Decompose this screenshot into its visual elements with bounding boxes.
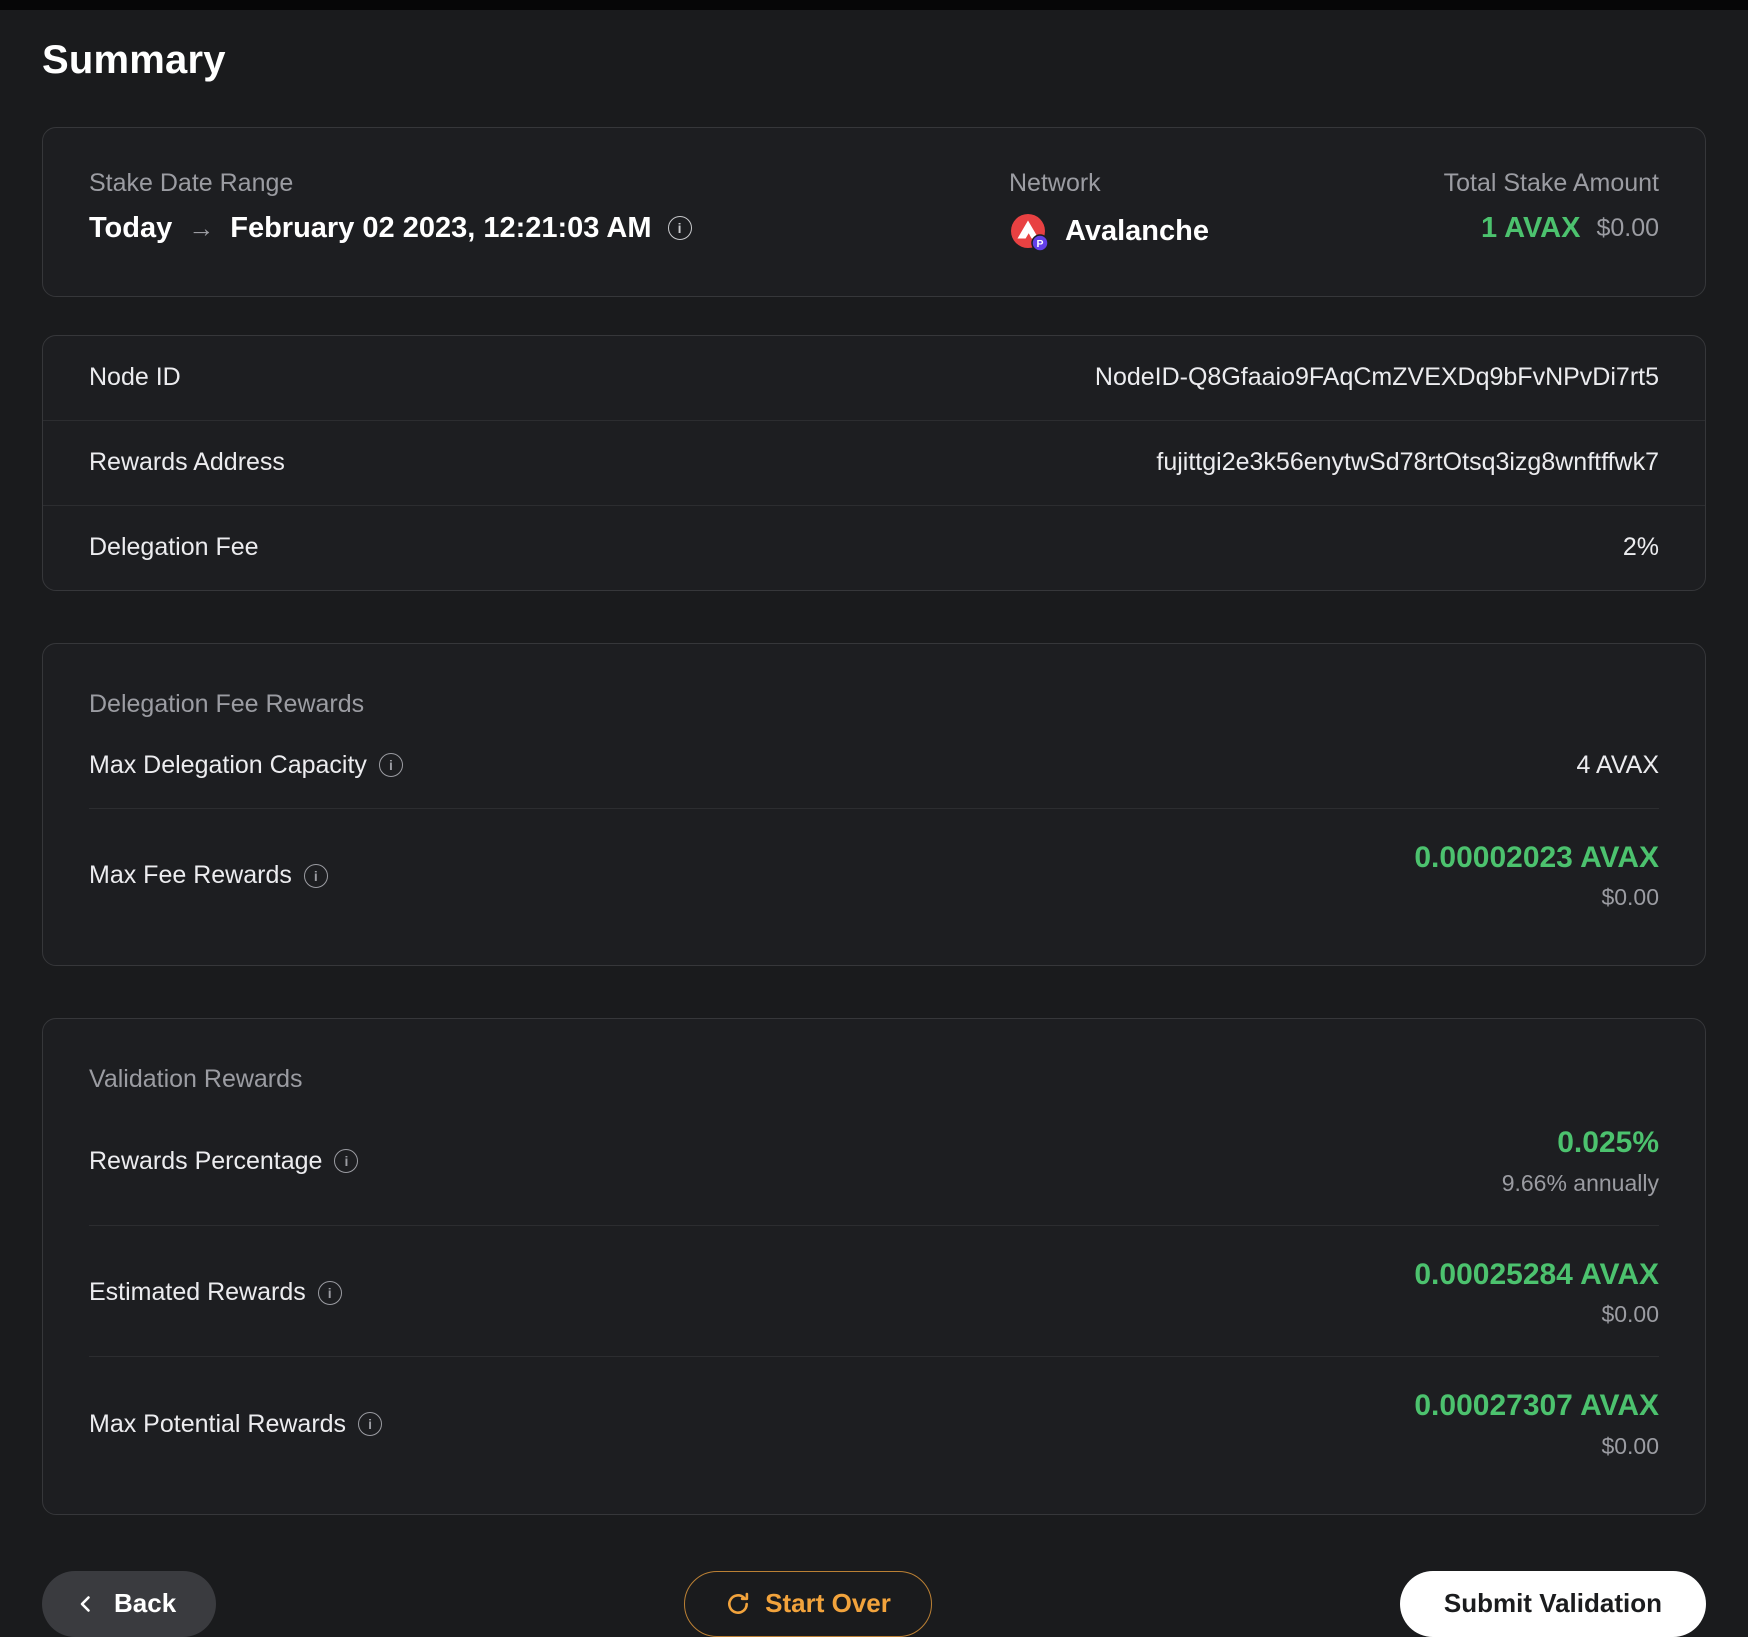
estimated-rewards-label-wrap: Estimated Rewards [89, 1278, 342, 1307]
total-stake-fiat: $0.00 [1596, 213, 1659, 242]
validation-rewards-card: Validation Rewards Rewards Percentage 0.… [42, 1018, 1706, 1515]
stake-date-range-label: Stake Date Range [89, 169, 294, 197]
max-potential-rewards-value: 0.00027307 AVAX [1414, 1389, 1659, 1422]
max-delegation-capacity-label: Max Delegation Capacity [89, 750, 367, 779]
rewards-percentage-value: 0.025% [1557, 1126, 1659, 1159]
rewards-percentage-label: Rewards Percentage [89, 1146, 323, 1175]
arrow-right-icon: → [188, 212, 215, 243]
start-over-button-label: Start Over [765, 1588, 891, 1618]
avalanche-network-icon: P [1009, 212, 1049, 252]
total-stake-field: Total Stake Amount 1 AVAX $0.00 [1349, 169, 1659, 245]
max-potential-rewards-label: Max Potential Rewards [89, 1409, 347, 1438]
max-delegation-capacity-info-icon[interactable] [378, 753, 403, 777]
validation-rewards-title: Validation Rewards [89, 1065, 303, 1093]
total-stake-label: Total Stake Amount [1443, 169, 1659, 197]
stake-date-range-field: Stake Date Range Today → February 02 202… [89, 169, 1009, 245]
max-fee-rewards-label-wrap: Max Fee Rewards [89, 861, 328, 890]
back-button-label: Back [114, 1588, 177, 1618]
node-id-label: Node ID [89, 363, 181, 391]
max-fee-rewards-value-block: 0.00002023 AVAX $0.00 [1414, 841, 1659, 912]
delegation-fee-value: 2% [1622, 533, 1659, 561]
max-potential-rewards-info-icon[interactable] [358, 1412, 383, 1437]
delegation-fee-label: Delegation Fee [89, 533, 259, 561]
max-fee-rewards-info-icon[interactable] [303, 863, 328, 888]
node-details-table: Node ID NodeID-Q8Gfaaio9FAqCmZVEXDq9bFvN… [42, 334, 1706, 591]
max-delegation-capacity-label-wrap: Max Delegation Capacity [89, 751, 403, 780]
rewards-address-label: Rewards Address [89, 448, 285, 476]
submit-validation-button[interactable]: Submit Validation [1399, 1570, 1706, 1637]
estimated-rewards-info-icon[interactable] [317, 1280, 342, 1305]
page-title: Summary [42, 38, 226, 82]
summary-page: Summary Stake Date Range Today → Februar… [0, 38, 1748, 1637]
max-fee-rewards-fiat: $0.00 [1601, 884, 1659, 910]
chevron-left-icon [74, 1592, 98, 1616]
submit-validation-button-label: Submit Validation [1443, 1588, 1662, 1618]
rewards-percentage-value-block: 0.025% 9.66% annually [1502, 1126, 1659, 1197]
stake-summary-card: Stake Date Range Today → February 02 202… [42, 127, 1706, 297]
total-stake-value: 1 AVAX $0.00 [1349, 212, 1659, 245]
start-over-button[interactable]: Start Over [684, 1570, 932, 1637]
table-row-rewards-address: Rewards Address fujittgi2e3k56enytwSd78r… [43, 419, 1705, 505]
rewards-percentage-info-icon[interactable] [334, 1149, 359, 1174]
max-potential-rewards-value-block: 0.00027307 AVAX $0.00 [1414, 1389, 1659, 1460]
rewards-address-value: fujittgi2e3k56enytwSd78rtOtsq3izg8wnftff… [1156, 448, 1659, 476]
estimated-rewards-fiat: $0.00 [1601, 1301, 1659, 1327]
rewards-percentage-label-wrap: Rewards Percentage [89, 1146, 359, 1176]
back-button[interactable]: Back [42, 1570, 217, 1637]
network-label: Network [1009, 169, 1101, 197]
rewards-percentage-annual: 9.66% annually [1501, 1169, 1659, 1196]
estimated-rewards-label: Estimated Rewards [89, 1278, 306, 1307]
node-id-value: NodeID-Q8Gfaaio9FAqCmZVEXDq9bFvNPvDi7rt5 [1094, 363, 1659, 391]
stake-start-value: Today [89, 211, 173, 244]
max-fee-rewards-row: Max Fee Rewards 0.00002023 AVAX $0.00 [89, 807, 1659, 940]
stake-date-info-icon[interactable] [667, 216, 692, 240]
svg-text:P: P [1036, 238, 1043, 250]
max-fee-rewards-value: 0.00002023 AVAX [1414, 840, 1659, 874]
max-delegation-capacity-row: Max Delegation Capacity 4 AVAX [89, 719, 1659, 808]
stake-end-value: February 02 2023, 12:21:03 AM [230, 211, 652, 244]
max-potential-rewards-label-wrap: Max Potential Rewards [89, 1409, 383, 1439]
max-potential-rewards-row: Max Potential Rewards 0.00027307 AVAX $0… [89, 1356, 1659, 1488]
window-top-edge [0, 0, 1748, 10]
delegation-fee-rewards-card: Delegation Fee Rewards Max Delegation Ca… [42, 642, 1706, 966]
max-potential-rewards-fiat: $0.00 [1601, 1432, 1659, 1459]
total-stake-amount: 1 AVAX [1481, 211, 1581, 244]
network-value: P Avalanche [1009, 212, 1349, 252]
footer-actions: Back Start Over Submit Validation [42, 1570, 1706, 1637]
estimated-rewards-row: Estimated Rewards 0.00025284 AVAX $0.00 [89, 1224, 1659, 1357]
stake-date-range-value: Today → February 02 2023, 12:21:03 AM [89, 212, 1009, 245]
table-row-node-id: Node ID NodeID-Q8Gfaaio9FAqCmZVEXDq9bFvN… [43, 336, 1705, 420]
restart-icon [725, 1591, 751, 1617]
estimated-rewards-value-block: 0.00025284 AVAX $0.00 [1414, 1258, 1659, 1329]
delegation-fee-rewards-title: Delegation Fee Rewards [89, 689, 365, 718]
network-name: Avalanche [1065, 215, 1209, 247]
max-delegation-capacity-value: 4 AVAX [1576, 750, 1659, 779]
rewards-percentage-row: Rewards Percentage 0.025% 9.66% annually [89, 1094, 1659, 1225]
table-row-delegation-fee: Delegation Fee 2% [43, 504, 1705, 590]
estimated-rewards-value: 0.00025284 AVAX [1414, 1257, 1659, 1291]
network-field: Network P Avalanche [1009, 169, 1349, 252]
max-fee-rewards-label: Max Fee Rewards [89, 861, 292, 890]
